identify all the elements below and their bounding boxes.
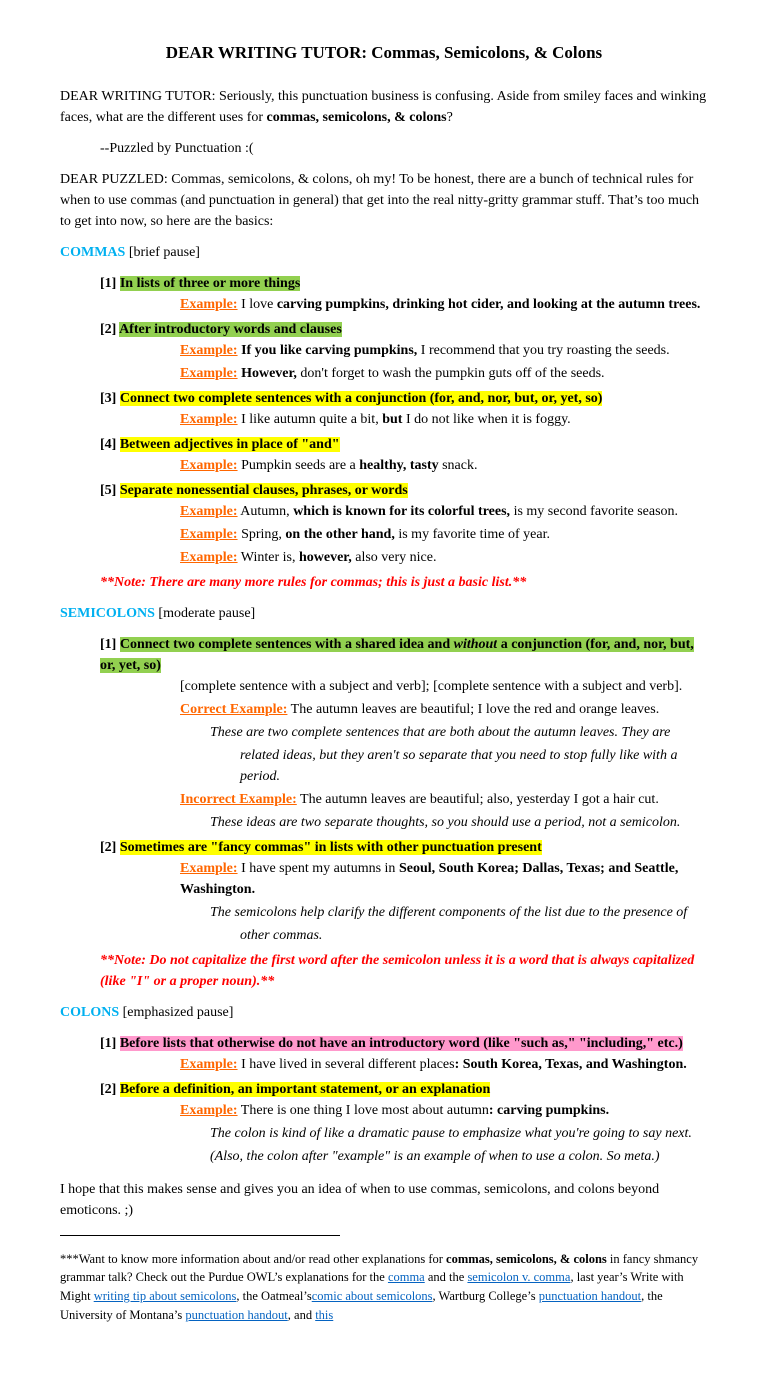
comma-num-2: [2]: [100, 322, 119, 337]
comma-example-5b: Example: Spring, on the other hand, is m…: [180, 524, 708, 545]
semicolons-header: SEMICOLONS [moderate pause]: [60, 603, 708, 624]
semi-item-2: [2] Sometimes are "fancy commas" in list…: [100, 837, 708, 946]
comma-item-5: [5] Separate nonessential clauses, phras…: [100, 480, 708, 568]
response-paragraph: DEAR PUZZLED: Commas, semicolons, & colo…: [60, 169, 708, 232]
colons-label: COLONS: [60, 1005, 119, 1020]
comma-example-1: Example: I love carving pumpkins, drinki…: [180, 294, 708, 315]
comma-item-3: [3] Connect two complete sentences with …: [100, 388, 708, 430]
footer-rest3: , Wartburg College’s: [433, 1289, 539, 1303]
intro-bold: commas, semicolons, & colons: [267, 110, 447, 125]
colons-header: COLONS [emphasized pause]: [60, 1002, 708, 1023]
semicolons-pause: [moderate pause]: [155, 606, 255, 621]
semi-correct-example: Correct Example: The autumn leaves are b…: [180, 699, 708, 720]
colons-pause: [emphasized pause]: [119, 1005, 233, 1020]
example-bold-1: carving pumpkins, drinking hot cider, an…: [277, 297, 701, 312]
closing-paragraph: I hope that this makes sense and gives y…: [60, 1179, 708, 1221]
comma-example-5a: Example: Autumn, which is known for its …: [180, 501, 708, 522]
commas-section: COMMAS [brief pause] [1] In lists of thr…: [60, 242, 708, 593]
intro-paragraph: DEAR WRITING TUTOR: Seriously, this punc…: [60, 86, 708, 128]
semi-example-2-indent1: The semicolons help clarify the differen…: [210, 902, 708, 923]
colon-item-1: [1] Before lists that otherwise do not h…: [100, 1033, 708, 1075]
commas-note: **Note: There are many more rules for co…: [100, 572, 708, 593]
this-link[interactable]: this: [315, 1308, 333, 1322]
comma-label-1: In lists of three or more things: [120, 276, 300, 291]
colon-indent2: (Also, the colon after "example" is an e…: [210, 1146, 708, 1167]
colon-item-2: [2] Before a definition, an important st…: [100, 1079, 708, 1167]
comma-item-1: [1] In lists of three or more things Exa…: [100, 273, 708, 315]
semi-example-2-indent2: other commas.: [240, 925, 708, 946]
semi-example-2: Example: I have spent my autumns in Seou…: [180, 858, 708, 900]
colon-example-2: Example: There is one thing I love most …: [180, 1100, 708, 1121]
footer-and: and the: [425, 1270, 468, 1284]
comma-example-4: Example: Pumpkin seeds are a healthy, ta…: [180, 455, 708, 476]
comma-label-2: After introductory words and clauses: [119, 322, 342, 337]
commas-label: COMMAS: [60, 245, 125, 260]
oatmeal-link[interactable]: comic about semicolons: [312, 1289, 433, 1303]
semicolon-link[interactable]: semicolon v. comma: [467, 1270, 570, 1284]
comma-link[interactable]: comma: [388, 1270, 425, 1284]
semi-correct-indent1: These are two complete sentences that ar…: [210, 722, 708, 743]
comma-example-2b: Example: However, don't forget to wash t…: [180, 363, 708, 384]
example-prefix-1: Example:: [180, 297, 238, 312]
semi-incorrect-example: Incorrect Example: The autumn leaves are…: [180, 789, 708, 810]
commas-pause: [brief pause]: [125, 245, 200, 260]
signoff: --Puzzled by Punctuation :(: [100, 138, 708, 159]
comma-example-5c: Example: Winter is, however, also very n…: [180, 547, 708, 568]
comma-label-4: Between adjectives in place of "and": [120, 437, 340, 452]
semicolons-tip-link[interactable]: writing tip about semicolons: [94, 1289, 237, 1303]
semi-correct-indent2: related ideas, but they aren't so separa…: [240, 745, 708, 787]
semicolons-label: SEMICOLONS: [60, 606, 155, 621]
comma-example-3: Example: I like autumn quite a bit, but …: [180, 409, 708, 430]
comma-num-1: [1]: [100, 276, 120, 291]
intro-end: ?: [447, 110, 453, 125]
semicolons-section: SEMICOLONS [moderate pause] [1] Connect …: [60, 603, 708, 992]
footer-bold: commas, semicolons, & colons: [446, 1252, 607, 1266]
page-title: DEAR WRITING TUTOR: Commas, Semicolons, …: [60, 40, 708, 66]
wartburg-link[interactable]: punctuation handout: [539, 1289, 641, 1303]
comma-label-5: Separate nonessential clauses, phrases, …: [120, 483, 408, 498]
semi-incorrect-indent1: These ideas are two separate thoughts, s…: [210, 812, 708, 833]
comma-item-4: [4] Between adjectives in place of "and"…: [100, 434, 708, 476]
colons-section: COLONS [emphasized pause] [1] Before lis…: [60, 1002, 708, 1167]
footer-paragraph: ***Want to know more information about a…: [60, 1250, 708, 1325]
semi-item-1: [1] Connect two complete sentences with …: [100, 634, 708, 833]
footer-intro: ***Want to know more information about a…: [60, 1252, 446, 1266]
semicolons-note: **Note: Do not capitalize the first word…: [100, 950, 708, 992]
commas-header: COMMAS [brief pause]: [60, 242, 708, 263]
colon-example-1: Example: I have lived in several differe…: [180, 1054, 708, 1075]
comma-item-2: [2] After introductory words and clauses…: [100, 319, 708, 384]
footer-rest2: , the Oatmeal’s: [236, 1289, 311, 1303]
section-divider: [60, 1235, 340, 1236]
montana-link[interactable]: punctuation handout: [185, 1308, 287, 1322]
colon-indent1: The colon is kind of like a dramatic pau…: [210, 1123, 708, 1144]
comma-label-3: Connect two complete sentences with a co…: [120, 391, 603, 406]
comma-example-2a: Example: If you like carving pumpkins, I…: [180, 340, 708, 361]
footer-rest5: , and: [288, 1308, 315, 1322]
semi-bracket: [complete sentence with a subject and ve…: [180, 676, 708, 697]
